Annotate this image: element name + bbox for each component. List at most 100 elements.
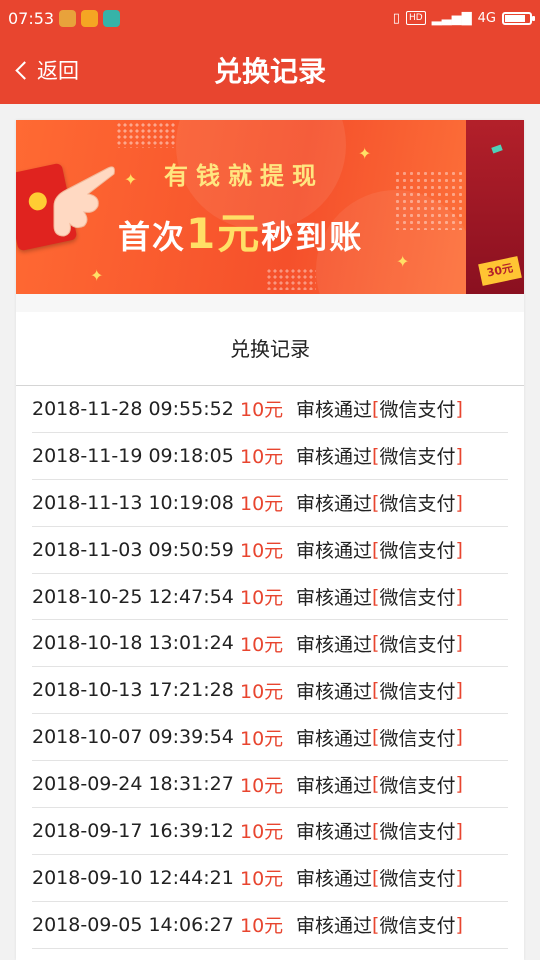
star-icon: ✦ <box>358 144 372 163</box>
record-method: 微信支付 <box>379 680 456 703</box>
record-row: 2018-10-18 13:01:24 10元 审核通过[微信支付] <box>32 620 508 668</box>
bracket-open: [ <box>372 679 380 702</box>
record-datetime: 2018-10-25 12:47:54 <box>32 585 234 608</box>
decor-diamond <box>491 144 503 154</box>
record-amount: 10元 <box>240 915 284 938</box>
notification-app-icon <box>59 9 77 27</box>
section-title: 兑换记录 <box>16 312 524 386</box>
decor-dots <box>266 268 316 290</box>
bracket-close: ] <box>455 913 463 936</box>
records-list: 2018-11-28 09:55:52 10元 审核通过[微信支付] 2018-11-… <box>32 386 508 949</box>
promo-banner[interactable]: ✦ ✦ ✦ ✦ 有钱就提现 首次1元秒到账 30元 <box>16 120 524 294</box>
record-amount: 10元 <box>240 868 284 891</box>
record-row: 2018-09-05 14:06:27 10元 审核通过[微信支付] <box>32 902 508 949</box>
record-amount: 10元 <box>240 399 284 422</box>
bracket-open: [ <box>372 444 380 467</box>
record-method: 微信支付 <box>379 587 456 609</box>
record-row: 2018-11-28 09:55:52 10元 审核通过[微信支付] <box>32 386 508 433</box>
network-type: 4G <box>477 10 496 26</box>
signal-icon: ▂▃▅▇ <box>431 10 472 26</box>
bracket-close: ] <box>455 866 463 889</box>
side-price-tag: 30元 <box>478 256 522 286</box>
bracket-close: ] <box>455 726 463 749</box>
bracket-close: ] <box>455 397 463 420</box>
bracket-open: [ <box>372 538 380 561</box>
hd-badge: HD <box>405 11 426 25</box>
record-amount: 10元 <box>240 493 284 516</box>
record-datetime: 2018-11-19 09:18:05 <box>32 444 234 467</box>
record-status: 审核通过 <box>296 587 373 609</box>
record-row: 2018-10-13 17:21:28 10元 审核通过[微信支付] <box>32 667 508 715</box>
record-method: 微信支付 <box>379 493 456 516</box>
record-amount: 10元 <box>240 727 284 750</box>
record-status: 审核通过 <box>296 774 373 797</box>
hand-icon <box>53 166 115 237</box>
record-datetime: 2018-11-13 10:19:08 <box>32 491 234 514</box>
record-amount: 10元 <box>240 540 284 563</box>
record-status: 审核通过 <box>296 540 373 563</box>
status-time: 07:53 <box>8 8 55 28</box>
page-title: 兑换记录 <box>213 55 326 88</box>
record-status: 审核通过 <box>296 727 373 750</box>
status-left: 07:53 <box>8 8 121 28</box>
record-datetime: 2018-09-05 14:06:27 <box>32 913 234 936</box>
banner-side-panel: 30元 <box>466 120 524 294</box>
record-method: 微信支付 <box>379 399 456 422</box>
bracket-close: ] <box>455 538 463 561</box>
banner-amount: 1元 <box>186 209 262 258</box>
record-amount: 10元 <box>240 774 284 797</box>
vibrate-icon: ▯ <box>392 10 400 26</box>
record-datetime: 2018-11-03 09:50:59 <box>32 538 234 561</box>
record-status: 审核通过 <box>296 821 373 844</box>
record-method: 微信支付 <box>379 633 456 656</box>
banner-suffix: 秒到账 <box>261 218 364 256</box>
record-row: 2018-11-19 09:18:05 10元 审核通过[微信支付] <box>32 433 508 480</box>
record-datetime: 2018-11-28 09:55:52 <box>32 397 234 420</box>
record-datetime: 2018-10-18 13:01:24 <box>32 632 234 655</box>
header: 返回 兑换记录 <box>0 36 540 104</box>
bracket-open: [ <box>372 819 380 842</box>
record-method: 微信支付 <box>379 915 456 938</box>
record-status: 审核通过 <box>296 680 373 703</box>
record-status: 审核通过 <box>296 868 373 891</box>
notification-app-icon <box>103 9 121 27</box>
record-status: 审核通过 <box>296 446 373 469</box>
record-row: 2018-09-10 12:44:21 10元 审核通过[微信支付] <box>32 855 508 902</box>
record-row: 2018-09-24 18:31:27 10元 审核通过[微信支付] <box>32 761 508 809</box>
record-method: 微信支付 <box>379 540 456 563</box>
record-status: 审核通过 <box>296 915 373 938</box>
status-bar: 07:53 ▯ HD ▂▃▅▇ 4G <box>0 0 540 36</box>
decor-dots <box>394 170 464 230</box>
record-method: 微信支付 <box>379 446 456 469</box>
bracket-close: ] <box>455 585 463 608</box>
bracket-close: ] <box>455 444 463 467</box>
bracket-close: ] <box>455 679 463 702</box>
record-row: 2018-10-25 12:47:54 10元 审核通过[微信支付] <box>32 574 508 621</box>
bracket-open: [ <box>372 726 380 749</box>
record-amount: 10元 <box>240 680 284 703</box>
record-method: 微信支付 <box>379 774 456 797</box>
banner-subheadline: 首次1元秒到账 <box>118 200 363 261</box>
record-amount: 10元 <box>240 587 284 609</box>
bracket-open: [ <box>372 866 380 889</box>
record-datetime: 2018-09-17 16:39:12 <box>32 819 234 842</box>
bracket-open: [ <box>372 397 380 420</box>
banner-prefix: 首次 <box>118 218 187 256</box>
record-status: 审核通过 <box>296 633 373 656</box>
record-row: 2018-10-07 09:39:54 10元 审核通过[微信支付] <box>32 714 508 762</box>
record-row: 2018-09-17 16:39:12 10元 审核通过[微信支付] <box>32 808 508 855</box>
bracket-close: ] <box>455 819 463 842</box>
bracket-open: [ <box>372 913 380 936</box>
bracket-close: ] <box>455 491 463 514</box>
star-icon: ✦ <box>90 266 104 285</box>
notification-app-icon <box>81 9 99 27</box>
status-right: ▯ HD ▂▃▅▇ 4G <box>392 10 535 26</box>
record-datetime: 2018-09-10 12:44:21 <box>32 866 234 889</box>
star-icon: ✦ <box>124 170 138 189</box>
record-amount: 10元 <box>240 633 284 656</box>
records-card: ✦ ✦ ✦ ✦ 有钱就提现 首次1元秒到账 30元 兑换记录 2018-11-2… <box>16 120 524 960</box>
record-amount: 10元 <box>240 446 284 469</box>
bracket-open: [ <box>372 773 380 796</box>
star-icon: ✦ <box>396 252 410 271</box>
record-datetime: 2018-09-24 18:31:27 <box>32 773 234 796</box>
